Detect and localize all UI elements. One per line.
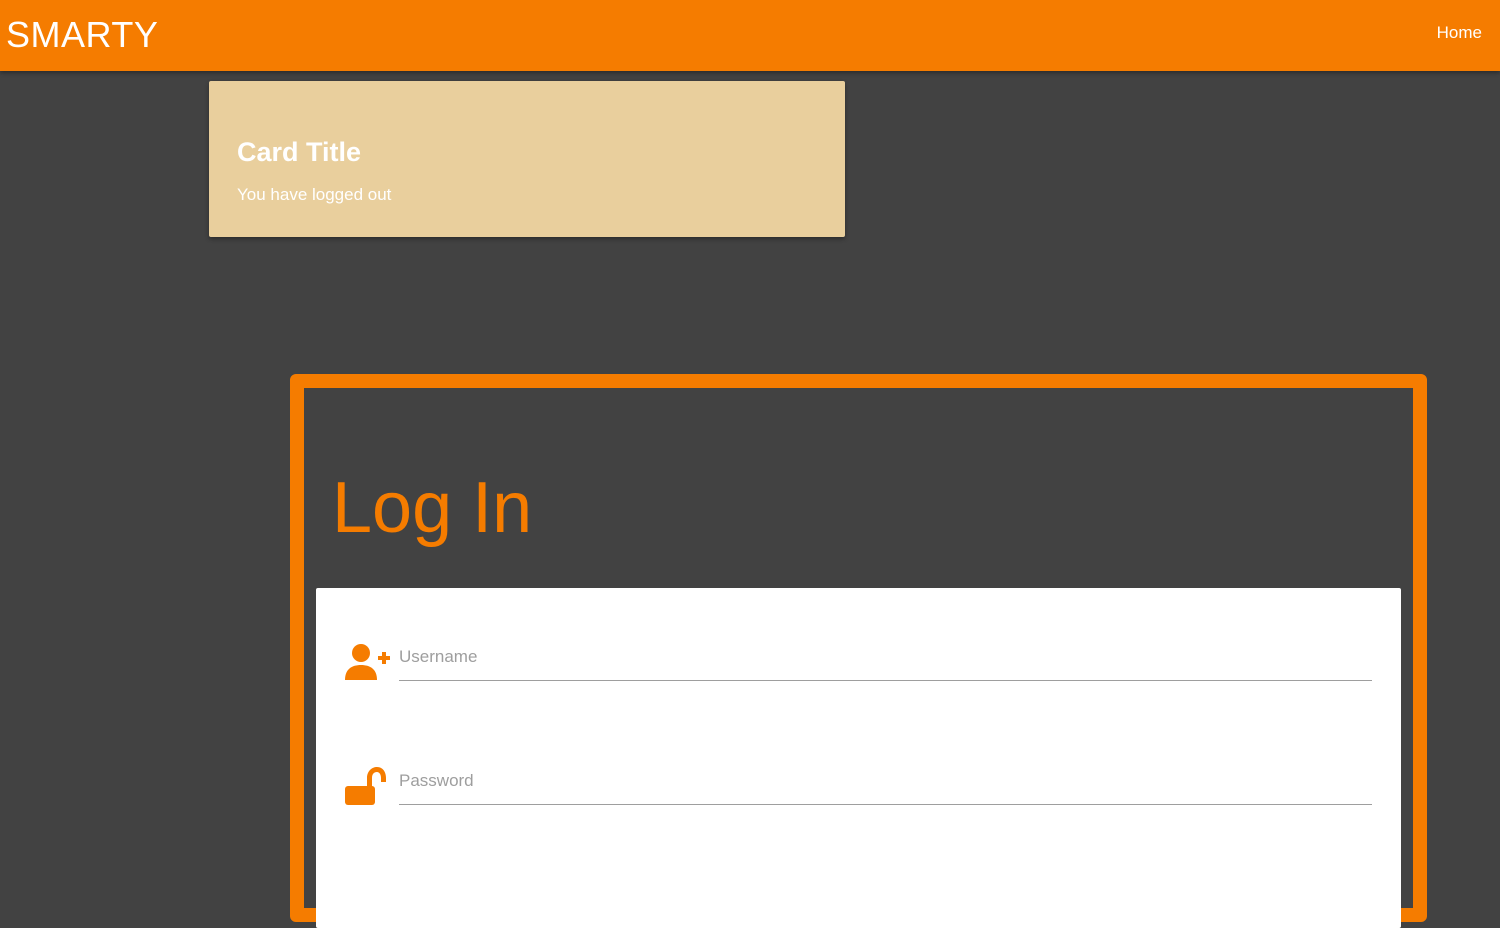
login-form — [316, 588, 1401, 928]
card-message: You have logged out — [237, 185, 392, 204]
brand-logo[interactable]: SMARTY — [6, 14, 158, 56]
password-field-row — [344, 758, 1372, 818]
logout-card: Card Title You have logged out — [209, 81, 845, 237]
username-field-row — [344, 634, 1372, 694]
top-navbar: SMARTY Home — [0, 0, 1500, 71]
username-input[interactable] — [399, 634, 1372, 681]
login-heading: Log In — [332, 468, 533, 548]
login-container: Log In — [290, 374, 1427, 928]
nav-link-home[interactable]: Home — [1437, 23, 1482, 43]
person-add-icon — [345, 644, 390, 680]
card-title: Card Title — [237, 137, 362, 167]
lock-open-icon — [345, 767, 386, 805]
password-input[interactable] — [399, 758, 1372, 805]
